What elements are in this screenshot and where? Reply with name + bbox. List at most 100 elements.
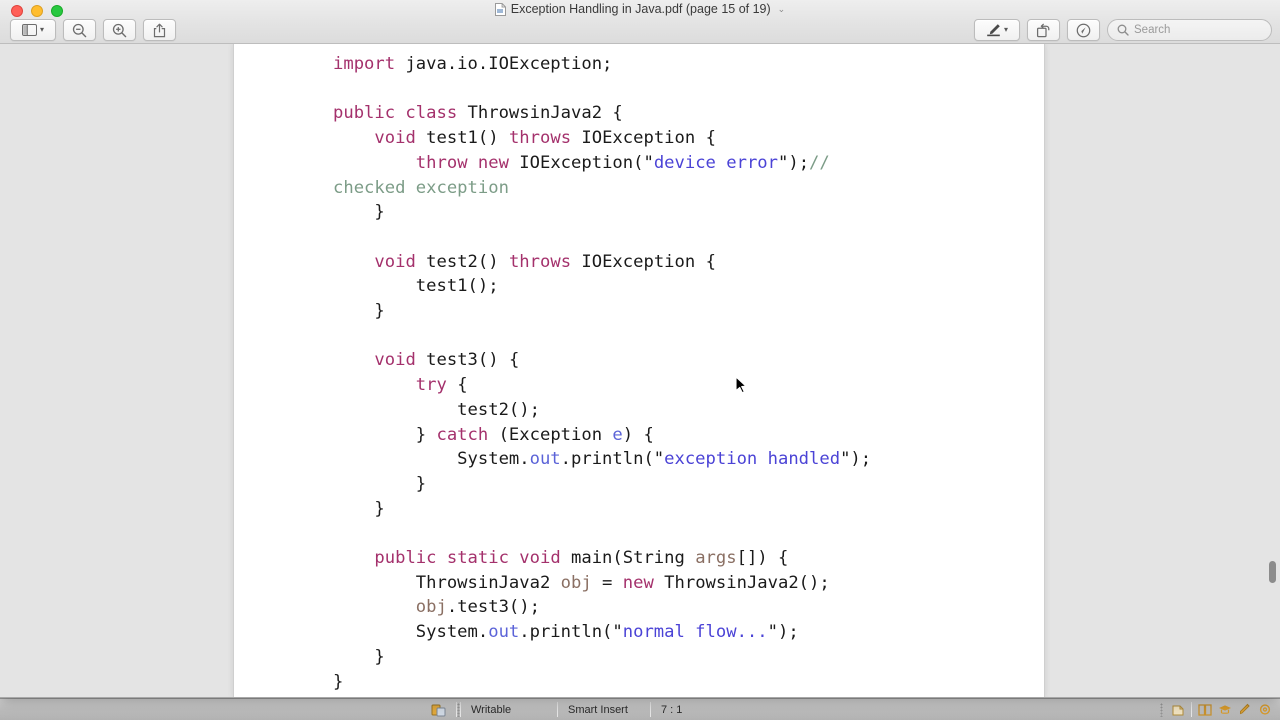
vertical-scrollbar[interactable] xyxy=(1267,44,1276,698)
code-token: IOException(" xyxy=(519,152,654,173)
pencil-icon[interactable] xyxy=(1238,703,1252,716)
code-token: test2() xyxy=(426,251,509,272)
code-token: void xyxy=(374,350,427,371)
code-token: obj xyxy=(415,597,447,618)
code-token: new xyxy=(622,572,665,593)
code-token: import xyxy=(333,54,406,74)
document-content-area[interactable]: import java.io.IOException; public class… xyxy=(0,44,1280,698)
code-token: } xyxy=(333,473,427,494)
code-token: args xyxy=(695,548,737,569)
code-token: } xyxy=(333,301,385,322)
code-token: try xyxy=(415,375,447,396)
search-icon xyxy=(1117,24,1129,36)
zoom-out-icon xyxy=(72,23,87,37)
code-token: exception handled xyxy=(664,449,841,470)
code-token: System. xyxy=(333,449,530,470)
code-token: } xyxy=(333,202,385,223)
code-token: out xyxy=(529,449,561,470)
minimize-button[interactable] xyxy=(31,5,43,17)
code-token: main(String xyxy=(571,548,696,569)
gear-icon[interactable] xyxy=(1258,703,1272,716)
code-token: ThrowsinJava2 { xyxy=(467,103,623,124)
code-token: java.io.IOException; xyxy=(405,54,613,74)
preview-window: Exception Handling in Java.pdf (page 15 … xyxy=(0,0,1280,698)
chevron-down-icon[interactable]: ▾ xyxy=(1004,26,1008,34)
code-token: { xyxy=(446,375,468,396)
window-titlebar[interactable]: Exception Handling in Java.pdf (page 15 … xyxy=(0,0,1280,44)
code-token: public static void xyxy=(374,548,572,569)
markup-pen-icon xyxy=(987,24,1000,37)
code-token: test3() { xyxy=(426,350,520,371)
graduation-cap-icon[interactable] xyxy=(1218,703,1232,716)
code-block: import java.io.IOException; public class… xyxy=(333,52,1036,694)
code-token: IOException { xyxy=(581,128,716,149)
status-writable: Writable xyxy=(471,703,512,716)
code-token: e xyxy=(612,424,623,445)
code-token: normal flow... xyxy=(622,622,768,643)
window-title: Exception Handling in Java.pdf (page 15 … xyxy=(510,2,771,16)
code-token: } xyxy=(333,671,344,692)
window-controls[interactable] xyxy=(11,5,63,17)
title-chevron-down-icon[interactable]: ⌄ xyxy=(778,4,786,15)
zoom-in-button[interactable] xyxy=(103,19,136,41)
window-title-bar-center: Exception Handling in Java.pdf (page 15 … xyxy=(0,2,1280,16)
markup-button[interactable]: ▾ xyxy=(974,19,1020,41)
ide-status-bar: Writable Smart Insert 7 : 1 xyxy=(0,698,1280,720)
code-token: test1() xyxy=(426,128,509,149)
zoom-in-icon xyxy=(112,23,127,37)
status-perspective-bar[interactable] xyxy=(1163,702,1280,717)
annotate-button[interactable] xyxy=(1067,19,1100,41)
book-icon[interactable] xyxy=(1198,703,1212,716)
java-perspective-small-icon[interactable] xyxy=(1171,703,1185,716)
code-token: public class xyxy=(333,103,468,124)
code-token: .test3(); xyxy=(446,597,540,618)
search-input[interactable]: Search xyxy=(1107,19,1272,41)
rotate-button[interactable] xyxy=(1027,19,1060,41)
annotate-icon xyxy=(1076,23,1091,37)
close-button[interactable] xyxy=(11,5,23,17)
status-grip-right xyxy=(1160,702,1163,717)
toolbar-left[interactable]: ▾ xyxy=(10,19,176,41)
search-placeholder: Search xyxy=(1134,24,1171,36)
code-token: System. xyxy=(333,622,489,643)
code-token: throws xyxy=(508,128,582,149)
code-token: []) { xyxy=(736,548,789,569)
code-token: out xyxy=(488,622,520,643)
code-token: ThrowsinJava2(); xyxy=(664,572,830,593)
sidebar-toggle-button[interactable]: ▾ xyxy=(10,19,56,41)
scrollbar-thumb[interactable] xyxy=(1269,560,1276,583)
share-button[interactable] xyxy=(143,19,176,41)
code-token: "); xyxy=(767,622,799,643)
code-token: = xyxy=(591,572,623,593)
code-token: throw new xyxy=(415,152,520,173)
sidebar-icon xyxy=(21,24,37,36)
code-token: IOException { xyxy=(581,251,716,272)
chevron-down-icon[interactable]: ▾ xyxy=(40,26,44,34)
toolbar-right[interactable]: ▾ Search xyxy=(974,19,1272,41)
code-token: } xyxy=(333,498,385,519)
code-token: "); xyxy=(778,152,810,173)
code-token: } xyxy=(333,424,437,445)
code-token: test2(); xyxy=(333,399,540,420)
code-token: "); xyxy=(840,449,872,470)
code-token: // xyxy=(809,152,830,173)
code-token: device error xyxy=(653,152,778,173)
code-token: throws xyxy=(508,251,582,272)
code-token: (Exception xyxy=(488,424,613,445)
share-icon xyxy=(153,23,166,37)
zoom-button[interactable] xyxy=(51,5,63,17)
status-perspective-icon-java[interactable] xyxy=(421,699,456,720)
window-bottom-edge xyxy=(0,697,1280,698)
status-insert-mode: Smart Insert xyxy=(568,703,628,716)
code-token: .println(" xyxy=(560,449,665,470)
document-icon xyxy=(494,2,506,16)
code-token: obj xyxy=(560,572,592,593)
zoom-out-button[interactable] xyxy=(63,19,96,41)
code-token: ) { xyxy=(622,424,654,445)
